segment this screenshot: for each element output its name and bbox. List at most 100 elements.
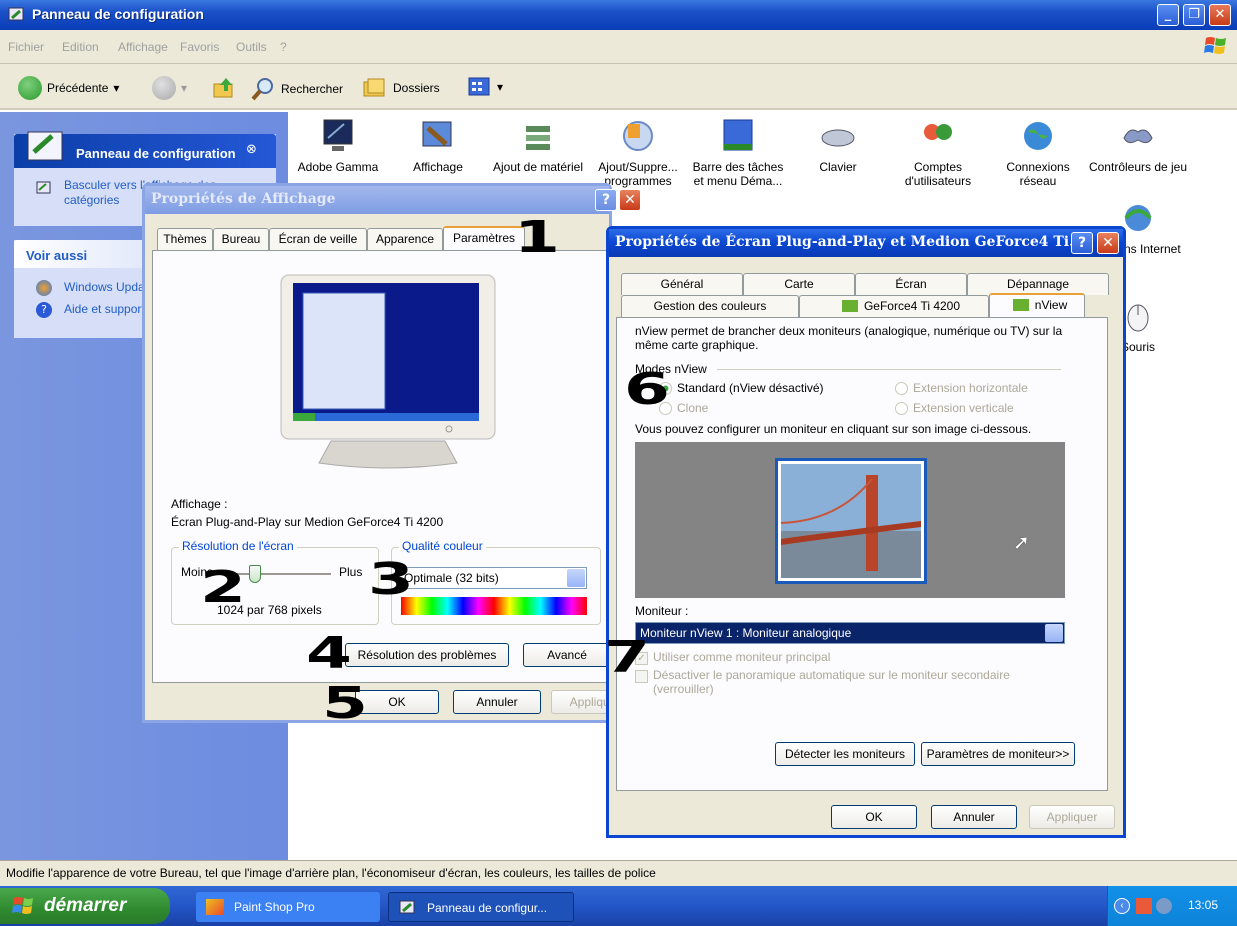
chevron-down-icon: ▾ (181, 81, 188, 95)
nview-dialog-title: Propriétés de Écran Plug-and-Play et Med… (609, 229, 1123, 257)
menu-edition[interactable]: Edition (62, 40, 99, 54)
search-button[interactable]: Rechercher (250, 76, 343, 102)
icon-affichage[interactable]: Affichage (388, 118, 488, 174)
radio-horizontal-label: Extension horizontale (913, 381, 1028, 395)
marker-3: 3 (368, 554, 414, 605)
color-quality-label: Qualité couleur (399, 539, 486, 553)
task-label: Panneau de configur... (427, 901, 548, 915)
tab-gestion-couleurs[interactable]: Gestion des couleurs (621, 295, 799, 317)
icon-label: Souris (1120, 340, 1155, 354)
nview-description: nView permet de brancher deux moniteurs … (635, 324, 1063, 352)
nview-properties-dialog: Propriétés de Écran Plug-and-Play et Med… (606, 226, 1126, 838)
more-label: Plus (339, 565, 363, 579)
task-paint-shop-pro[interactable]: Paint Shop Pro (196, 892, 380, 922)
tab-themes[interactable]: Thèmes (157, 228, 213, 250)
menu-help[interactable]: ? (280, 40, 287, 54)
views-icon (468, 77, 490, 96)
status-bar: Modifie l'apparence de votre Bureau, tel… (0, 860, 1237, 886)
resolution-slider-thumb[interactable] (249, 565, 261, 583)
menu-fichier[interactable]: Fichier (8, 40, 44, 54)
cancel-button[interactable]: Annuler (453, 690, 541, 714)
monitor-select[interactable]: Moniteur nView 1 : Moniteur analogique (635, 622, 1065, 644)
gamepad-icon (1120, 118, 1156, 154)
keyboard-icon (820, 118, 856, 154)
volume-icon[interactable] (1156, 898, 1172, 914)
help-icon: ? (36, 302, 52, 318)
users-icon (920, 118, 956, 154)
up-folder-button[interactable] (212, 76, 236, 100)
detect-monitors-button[interactable]: Détecter les moniteurs (775, 742, 915, 766)
help-link[interactable]: Aide et support (64, 302, 145, 316)
window-title: Panneau de configuration (32, 6, 204, 22)
cancel-button[interactable]: Annuler (931, 805, 1017, 829)
monitor-label: Moniteur : (635, 604, 689, 618)
close-button[interactable]: ✕ (619, 189, 641, 211)
tab-depannage[interactable]: Dépannage (967, 273, 1109, 295)
modes-divider (717, 369, 1061, 370)
forward-button[interactable]: ▾ (152, 76, 187, 100)
close-button[interactable]: ✕ (1097, 232, 1119, 254)
add-hardware-icon (520, 118, 556, 154)
minimize-button[interactable]: _ (1157, 4, 1179, 26)
control-panel-icon (399, 900, 415, 914)
paint-shop-pro-icon (206, 899, 224, 915)
network-tray-icon[interactable] (1136, 898, 1152, 914)
icon-clavier[interactable]: Clavier (788, 118, 888, 174)
task-control-panel[interactable]: Panneau de configur... (388, 892, 574, 922)
tab-apparence[interactable]: Apparence (367, 228, 443, 250)
network-icon (1020, 118, 1056, 154)
collapse-icon[interactable]: ⊗ (246, 142, 257, 157)
radio-vertical-label: Extension verticale (913, 401, 1014, 415)
tab-ecran[interactable]: Écran (855, 273, 967, 295)
marker-4: 4 (306, 628, 352, 679)
color-quality-select[interactable]: Optimale (32 bits) (399, 567, 587, 589)
tab-general[interactable]: Général (621, 273, 743, 295)
menu-outils[interactable]: Outils (236, 40, 267, 54)
maximize-button[interactable]: ❐ (1183, 4, 1205, 26)
icon-ajout-suppression[interactable]: Ajout/Suppre... programmes (588, 118, 688, 188)
monitor-1-thumbnail[interactable] (775, 458, 927, 584)
menu-favoris[interactable]: Favoris (180, 40, 219, 54)
switch-category-link-2[interactable]: catégories (64, 193, 119, 207)
configure-text: Vous pouvez configurer un moniteur en cl… (635, 422, 1032, 436)
radio-vertical[interactable] (895, 402, 908, 415)
primary-monitor-label: Utiliser comme moniteur principal (653, 650, 831, 664)
help-button[interactable]: ? (1071, 232, 1093, 254)
tab-bureau[interactable]: Bureau (213, 228, 269, 250)
icon-ajout-materiel[interactable]: Ajout de matériel (488, 118, 588, 174)
start-button[interactable]: démarrer (0, 888, 170, 924)
icon-connexions-reseau[interactable]: Connexions réseau (988, 118, 1088, 188)
folders-button[interactable]: Dossiers (362, 76, 440, 100)
windows-logo-icon (12, 897, 33, 914)
views-button[interactable]: ▾ (468, 76, 503, 98)
tab-ecran-veille[interactable]: Écran de veille (269, 228, 367, 250)
icon-comptes[interactable]: Comptes d'utilisateurs (888, 118, 988, 188)
control-panel-icon (8, 7, 24, 21)
display-icon (420, 118, 456, 154)
radio-horizontal[interactable] (895, 382, 908, 395)
tab-nview[interactable]: nView (989, 293, 1085, 317)
advanced-button[interactable]: Avancé (523, 643, 611, 667)
icon-adobe-gamma[interactable]: Adobe Gamma (288, 118, 388, 174)
help-button[interactable]: ? (595, 189, 617, 211)
close-button[interactable]: ✕ (1209, 4, 1231, 26)
icon-controleurs-jeu[interactable]: Contrôleurs de jeu (1088, 118, 1188, 174)
ok-button[interactable]: OK (831, 805, 917, 829)
tab-carte[interactable]: Carte (743, 273, 855, 295)
tab-nview-label: nView (1034, 298, 1068, 312)
tab-geforce[interactable]: GeForce4 Ti 4200 (799, 295, 989, 317)
troubleshoot-button[interactable]: Résolution des problèmes (345, 643, 509, 667)
icon-label: Contrôleurs de jeu (1088, 160, 1188, 174)
search-label: Rechercher (281, 82, 344, 96)
apply-button[interactable]: Appliquer (1029, 805, 1115, 829)
back-button[interactable]: Précédente ▾ (18, 76, 119, 100)
tab-parametres[interactable]: Paramètres (443, 226, 525, 250)
radio-standard-label: Standard (nView désactivé) (677, 381, 824, 395)
switch-view-icon (36, 181, 51, 194)
icon-barre-taches[interactable]: Barre des tâches et menu Déma... (688, 118, 788, 188)
menu-affichage[interactable]: Affichage (118, 40, 168, 54)
back-arrow-icon (18, 76, 42, 100)
chevron-left-icon[interactable]: ‹ (1114, 898, 1130, 914)
monitor-settings-button[interactable]: Paramètres de moniteur>> (921, 742, 1075, 766)
monitor-icon (320, 118, 356, 154)
